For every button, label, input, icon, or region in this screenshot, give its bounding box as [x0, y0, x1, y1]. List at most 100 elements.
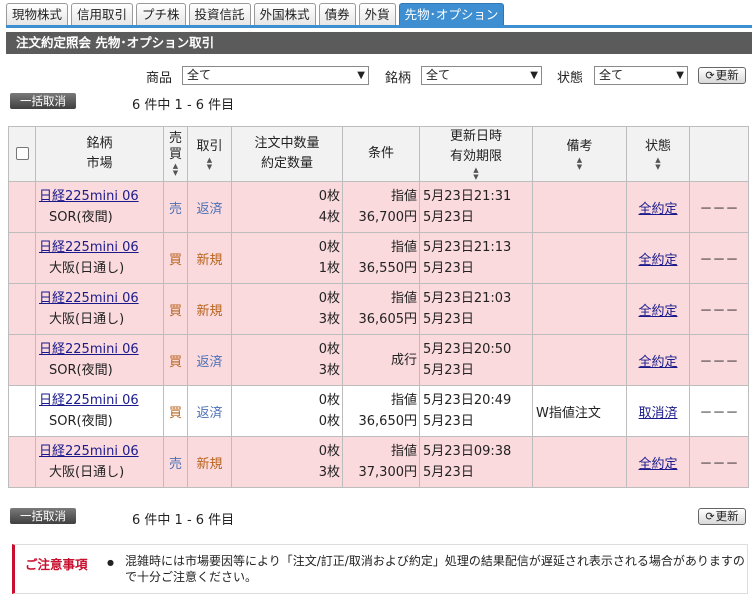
sort-icon: ▲ ▼ [206, 156, 213, 171]
expiry-date: 5月23日 [423, 465, 474, 480]
tab-futures-options[interactable]: 先物･オプション [398, 3, 505, 25]
brand-link[interactable]: 日経225mini 06 [39, 291, 139, 306]
row-select-cell [8, 385, 36, 437]
quantity-cell: 0枚 3枚 [231, 283, 343, 335]
quantity-cell: 0枚 0枚 [231, 385, 343, 437]
brand-link[interactable]: 日経225mini 06 [39, 444, 139, 459]
status-link[interactable]: 取消済 [638, 406, 677, 421]
open-qty: 0枚 [318, 393, 340, 408]
expiry-date: 5月23日 [423, 414, 474, 429]
filled-qty: 4枚 [318, 210, 340, 225]
tab-forex[interactable]: 外貨 [358, 3, 396, 25]
updated-time: 5月23日20:49 [423, 393, 512, 408]
select-all-checkbox[interactable] [15, 147, 29, 160]
header-status[interactable]: 状態 ▲ ▼ [626, 126, 690, 182]
status-cell: 全約定 [626, 283, 690, 335]
brand-cell: 日経225mini 06 大阪(日通し) [35, 283, 164, 335]
tab-underline [6, 25, 752, 28]
filled-qty: 1枚 [318, 261, 340, 276]
header-expiry-label: 有効期限 [449, 149, 502, 164]
table-row: 日経225mini 06 SOR(夜間) 買返済 0枚 0枚 指値 36,650円 5月23日… [8, 385, 749, 437]
status-cell: 全約定 [626, 232, 690, 284]
condition-cell: 指値 36,605円 [342, 283, 420, 335]
header-trade[interactable]: 取引 ▲ ▼ [187, 126, 232, 182]
market-text: SOR(夜間) [49, 414, 113, 429]
status-cell: 全約定 [626, 334, 690, 386]
remarks-cell: W指値注文 [532, 385, 627, 437]
side-cell: 売 [163, 181, 188, 233]
table-row: 日経225mini 06 大阪(日通し) 売新規 0枚 3枚 指値 37,300円 5月23日… [8, 436, 749, 488]
side-cell: 買 [163, 232, 188, 284]
brand-cell: 日経225mini 06 大阪(日通し) [35, 232, 164, 284]
quantity-cell: 0枚 3枚 [231, 436, 343, 488]
row-select-cell [8, 232, 36, 284]
expiry-date: 5月23日 [423, 363, 474, 378]
action-cell: －－－ [689, 436, 749, 488]
action-cell: －－－ [689, 385, 749, 437]
side-cell: 買 [163, 334, 188, 386]
filled-qty: 3枚 [318, 312, 340, 327]
updated-time: 5月23日21:31 [423, 189, 512, 204]
tab-mutual-funds[interactable]: 投資信託 [188, 3, 251, 25]
remarks-cell [532, 334, 627, 386]
chevron-down-icon: ▼ [357, 70, 365, 81]
tab-foreign-stocks[interactable]: 外国株式 [253, 3, 316, 25]
status-link[interactable]: 全約定 [638, 202, 677, 217]
updated-time: 5月23日09:38 [423, 444, 512, 459]
status-link[interactable]: 全約定 [638, 457, 677, 472]
condition-cell: 成行 [342, 334, 420, 386]
bulk-cancel-button-bottom[interactable]: 一括取消 [10, 508, 76, 524]
quantity-cell: 0枚 4枚 [231, 181, 343, 233]
quantity-cell: 0枚 3枚 [231, 334, 343, 386]
refresh-button-bottom[interactable]: ⟳更新 [698, 508, 746, 525]
notice-box: ご注意事項 ● 混雑時には市場要因等により「注文/訂正/取消および約定」処理の結… [12, 544, 748, 594]
header-trade-label: 取引 [196, 139, 223, 154]
refresh-icon: ⟳ [705, 69, 715, 82]
expiry-date: 5月23日 [423, 312, 474, 327]
updated-cell: 5月23日21:31 5月23日 [419, 181, 533, 233]
bullet-icon: ● [107, 558, 114, 567]
condition-price: 36,650円 [358, 414, 418, 429]
header-condition: 条件 [342, 126, 420, 182]
header-quantity: 注文中数量 約定数量 [231, 126, 343, 182]
trade-cell: 新規 [187, 436, 232, 488]
status-link[interactable]: 全約定 [638, 355, 677, 370]
product-select[interactable]: 全て ▼ [182, 66, 369, 85]
tab-petit-stocks[interactable]: プチ株 [136, 3, 186, 25]
status-link[interactable]: 全約定 [638, 253, 677, 268]
tab-spot-stocks[interactable]: 現物株式 [6, 3, 69, 25]
brand-link[interactable]: 日経225mini 06 [39, 393, 139, 408]
updated-cell: 5月23日09:38 5月23日 [419, 436, 533, 488]
row-select-cell [8, 436, 36, 488]
remarks-cell [532, 436, 627, 488]
product-select-value: 全て [187, 68, 212, 82]
notice-title: ご注意事項 [25, 557, 88, 572]
header-brand[interactable]: 銘柄 市場 [35, 126, 164, 182]
brand-link[interactable]: 日経225mini 06 [39, 189, 139, 204]
condition-price: 36,550円 [358, 261, 418, 276]
header-open-qty-label: 注文中数量 [254, 136, 320, 151]
condition-cell: 指値 36,700円 [342, 181, 420, 233]
brand-select[interactable]: 全て ▼ [421, 66, 542, 85]
bulk-cancel-button-top[interactable]: 一括取消 [10, 93, 76, 109]
header-side[interactable]: 売 買 ▲ ▼ [163, 126, 188, 182]
tab-margin[interactable]: 信用取引 [71, 3, 134, 25]
status-link[interactable]: 全約定 [638, 304, 677, 319]
tab-bonds[interactable]: 債券 [318, 3, 356, 25]
header-remarks[interactable]: 備考 ▲ ▼ [532, 126, 627, 182]
market-text: 大阪(日通し) [49, 312, 125, 327]
action-cell: －－－ [689, 232, 749, 284]
condition-price: 36,605円 [358, 312, 418, 327]
trade-cell: 返済 [187, 385, 232, 437]
action-cell: －－－ [689, 283, 749, 335]
notice-text: 混雑時には市場要因等により「注文/訂正/取消および約定」処理の結果配信が遅延され… [125, 554, 745, 584]
updated-time: 5月23日20:50 [423, 342, 512, 357]
status-select[interactable]: 全て ▼ [594, 66, 688, 85]
header-updated[interactable]: 更新日時 有効期限 ▲ ▼ [419, 126, 533, 182]
brand-cell: 日経225mini 06 SOR(夜間) [35, 385, 164, 437]
brand-link[interactable]: 日経225mini 06 [39, 342, 139, 357]
brand-link[interactable]: 日経225mini 06 [39, 240, 139, 255]
open-qty: 0枚 [318, 291, 340, 306]
product-label: 商品 [146, 71, 173, 86]
refresh-button-top[interactable]: ⟳更新 [698, 67, 746, 84]
